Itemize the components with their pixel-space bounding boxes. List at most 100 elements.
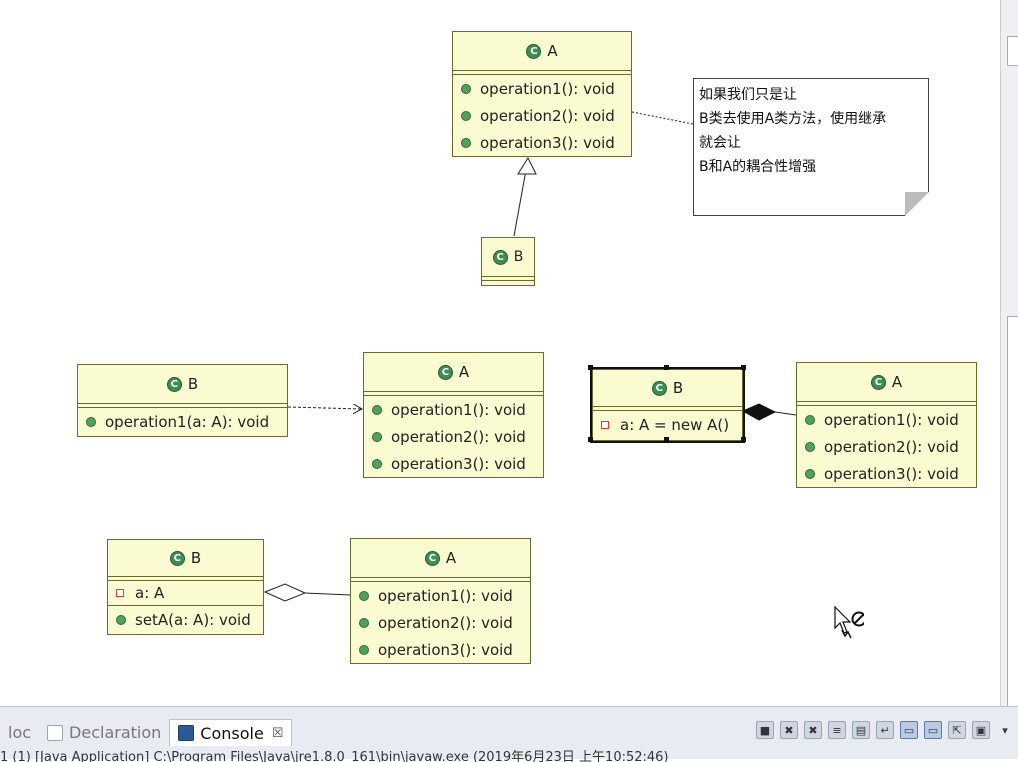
- aggregation-diamond: [263, 583, 307, 602]
- tab-label: loc: [8, 723, 32, 742]
- class-box-aggregation-b[interactable]: CB a: A setA(a: A): void: [107, 539, 264, 635]
- tab-label: Declaration: [69, 723, 162, 742]
- scroll-lock-icon[interactable]: ▤: [852, 721, 870, 739]
- private-field-icon: [116, 589, 124, 597]
- selection-handle[interactable]: [664, 437, 669, 442]
- public-method-icon: [372, 458, 382, 469]
- class-name: A: [547, 42, 558, 60]
- method: setA(a: A): void: [135, 610, 251, 629]
- selection-handle[interactable]: [588, 365, 593, 370]
- method: operation2(): void: [824, 437, 959, 456]
- generalization-triangle: [517, 156, 537, 175]
- method: operation1(): void: [378, 586, 513, 605]
- class-icon: C: [166, 376, 182, 392]
- class-box-dependency-b[interactable]: CB operation1(a: A): void: [77, 364, 288, 437]
- note-anchor-line: [631, 111, 694, 125]
- method: operation3(): void: [480, 133, 615, 152]
- tab-declaration[interactable]: Declaration: [39, 720, 169, 746]
- public-method-icon: [461, 83, 471, 94]
- method: operation3(): void: [824, 464, 959, 483]
- word-wrap-icon[interactable]: ↵: [876, 721, 894, 739]
- class-box-composition-a[interactable]: CA operation1(): void operation2(): void…: [796, 362, 977, 488]
- public-method-icon: [805, 441, 815, 452]
- class-box-top-a[interactable]: CA operation1(): void operation2(): void…: [452, 31, 632, 157]
- aggregation-line: [304, 592, 351, 596]
- method: operation3(): void: [391, 454, 526, 473]
- bottom-panel: loc Declaration Console ☒ ■ ✖ ✖ ≡ ▤ ↵ ▭ …: [0, 706, 1018, 762]
- note-line: B和A的耦合性增强: [699, 159, 817, 175]
- class-name: B: [190, 549, 202, 567]
- note-line: B类去使用A类方法，使用继承: [699, 111, 887, 127]
- right-panel-edge[interactable]: [1000, 0, 1018, 708]
- close-icon[interactable]: ☒: [272, 726, 284, 741]
- class-name: A: [891, 373, 903, 391]
- show-on-stdout-icon[interactable]: ▭: [900, 721, 918, 739]
- chevron-down-icon[interactable]: ▾: [996, 721, 1014, 739]
- public-method-icon: [461, 110, 471, 121]
- public-method-icon: [372, 431, 382, 442]
- not-allowed-cursor-icon: [834, 606, 864, 639]
- public-method-icon: [805, 414, 815, 425]
- terminate-icon[interactable]: ■: [756, 721, 774, 739]
- dependency-line: [287, 407, 362, 409]
- public-method-icon: [359, 590, 369, 601]
- class-box-composition-b[interactable]: CB a: A = new A(): [590, 367, 745, 443]
- class-name: B: [672, 379, 684, 397]
- diagram-canvas[interactable]: CA operation1(): void operation2(): void…: [0, 0, 1000, 706]
- class-box-aggregation-a[interactable]: CA operation1(): void operation2(): void…: [350, 538, 531, 664]
- tab-label: Console: [200, 723, 264, 743]
- composition-line: [774, 411, 797, 416]
- generalization-line: [513, 169, 527, 237]
- class-box-dependency-a[interactable]: CA operation1(): void operation2(): void…: [363, 352, 544, 478]
- note-fold-corner: [905, 192, 929, 216]
- class-box-top-b[interactable]: CB: [481, 237, 535, 286]
- selection-handle[interactable]: [588, 437, 593, 442]
- clear-console-icon[interactable]: ≡: [828, 721, 846, 739]
- selection-handle[interactable]: [664, 365, 669, 370]
- view-tabs: loc Declaration Console ☒: [0, 719, 293, 746]
- class-name: B: [187, 375, 199, 393]
- remove-launch-icon[interactable]: ✖: [780, 721, 798, 739]
- private-field-icon: [601, 421, 609, 429]
- field: a: A: [135, 584, 165, 602]
- class-icon: C: [492, 249, 508, 265]
- method: operation2(): void: [391, 427, 526, 446]
- note-line: 如果我们只是让: [699, 87, 797, 103]
- console-icon: [178, 725, 195, 741]
- tab-console[interactable]: Console ☒: [169, 719, 293, 746]
- public-method-icon: [461, 137, 471, 148]
- class-name: B: [513, 249, 524, 265]
- note-line: 就会让: [699, 135, 741, 151]
- selection-handle[interactable]: [741, 437, 746, 442]
- console-toolbar: ■ ✖ ✖ ≡ ▤ ↵ ▭ ▭ ⇱ ▣ ▾: [756, 721, 1014, 739]
- tab-javadoc[interactable]: loc: [0, 720, 39, 746]
- field: a: A = new A(): [620, 416, 730, 434]
- method: operation1(): void: [480, 79, 615, 98]
- display-console-icon[interactable]: ▣: [972, 721, 990, 739]
- class-name: A: [445, 549, 457, 567]
- method: operation1(a: A): void: [105, 413, 270, 431]
- class-icon: C: [169, 550, 185, 566]
- remove-all-icon[interactable]: ✖: [804, 721, 822, 739]
- panel-frame: [1007, 36, 1018, 66]
- class-icon: C: [651, 380, 667, 396]
- class-icon: C: [526, 43, 542, 59]
- class-icon: C: [424, 550, 440, 566]
- method: operation3(): void: [378, 640, 513, 659]
- comment-note[interactable]: 如果我们只是让 B类去使用A类方法，使用继承 就会让 B和A的耦合性增强: [693, 78, 929, 216]
- public-method-icon: [372, 404, 382, 415]
- composition-diamond: [741, 403, 777, 421]
- pin-console-icon[interactable]: ⇱: [948, 721, 966, 739]
- public-method-icon: [359, 644, 369, 655]
- panel-frame: [1007, 316, 1018, 708]
- class-icon: C: [437, 364, 453, 380]
- show-on-stderr-icon[interactable]: ▭: [924, 721, 942, 739]
- method: operation2(): void: [480, 106, 615, 125]
- method: operation1(): void: [391, 400, 526, 419]
- method: operation1(): void: [824, 410, 959, 429]
- declaration-icon: [47, 724, 64, 741]
- console-status-text: 1 (1) [Java Application] C:\Program File…: [0, 750, 669, 762]
- class-icon: C: [870, 374, 886, 390]
- selection-handle[interactable]: [741, 365, 746, 370]
- public-method-icon: [86, 417, 96, 427]
